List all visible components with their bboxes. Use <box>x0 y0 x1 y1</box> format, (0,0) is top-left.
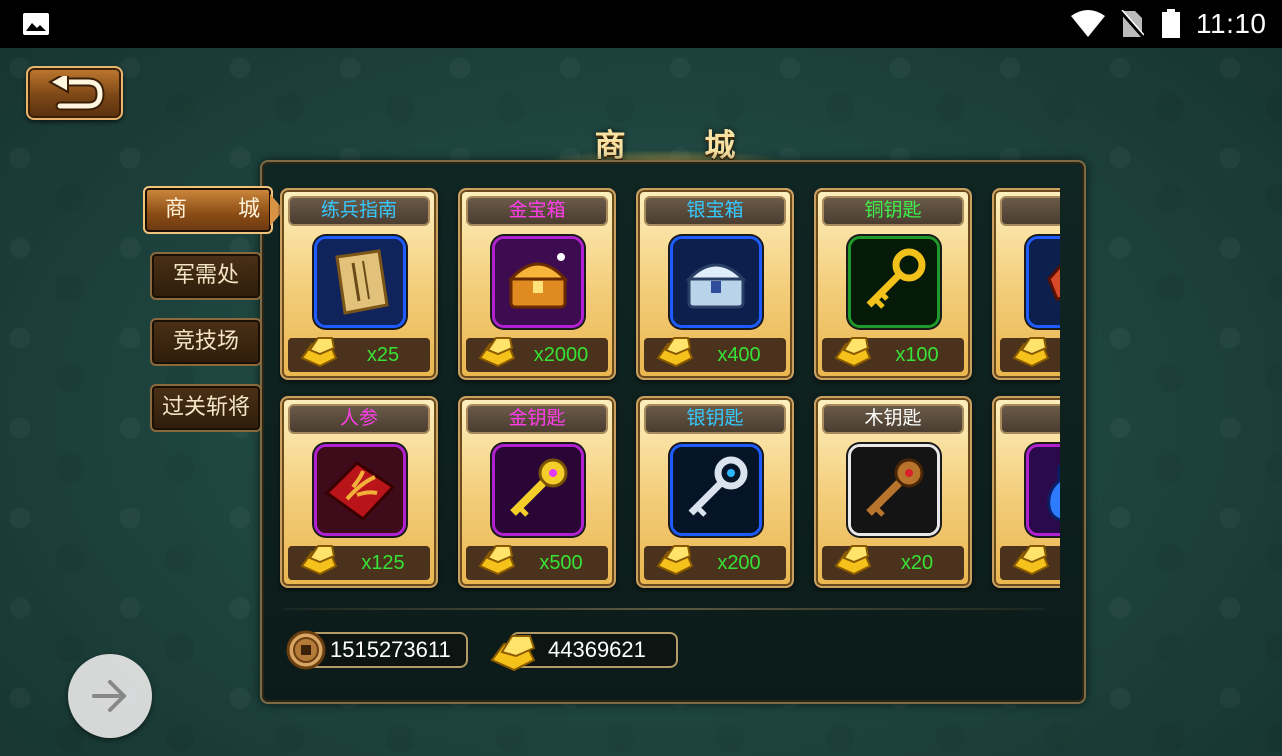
item-card-gold-key[interactable]: 金钥匙 x500 <box>458 396 616 588</box>
item-name: 金宝箱 <box>466 196 608 226</box>
item-icon-frame <box>848 236 940 328</box>
item-price: x125 <box>361 552 405 574</box>
item-card-treasure-partial[interactable]: 宝 <box>992 396 1060 588</box>
gold-chest-icon <box>495 239 581 325</box>
item-price-bar: x25 <box>288 337 430 372</box>
item-name: 银宝箱 <box>644 196 786 226</box>
item-price-bar: x100 <box>822 337 964 372</box>
item-price-bar: x20 <box>822 545 964 580</box>
item-price: x2000 <box>533 344 589 366</box>
copper-key-icon <box>851 239 937 325</box>
item-price: x100 <box>895 344 939 366</box>
coin-balance-value: 1515273611 <box>330 637 451 662</box>
item-card-training-manual[interactable]: 练兵指南 x25 <box>280 188 438 380</box>
item-price: x500 <box>539 552 583 574</box>
status-bar: 11:10 <box>0 0 1282 48</box>
silver-key-icon <box>673 447 759 533</box>
item-icon-frame <box>670 444 762 536</box>
gold-ingot-icon <box>478 545 516 576</box>
status-clock: 11:10 <box>1196 8 1267 39</box>
no-sim-icon <box>1120 10 1144 38</box>
item-price-bar <box>1000 545 1060 580</box>
treasure-potion-icon <box>1029 447 1060 533</box>
item-price-bar: x125 <box>288 545 430 580</box>
page-title: 商 城 <box>594 128 770 164</box>
item-name: 银钥匙 <box>644 404 786 434</box>
gold-ingot-icon <box>834 337 872 368</box>
item-price-bar: x200 <box>644 545 786 580</box>
back-button[interactable] <box>26 66 123 120</box>
item-icon-frame <box>314 444 406 536</box>
item-name: 铜钥匙 <box>822 196 964 226</box>
item-price-bar <box>1000 337 1060 372</box>
item-price-bar: x400 <box>644 337 786 372</box>
item-name: 人参 <box>288 404 430 434</box>
gold-ingot-icon <box>656 545 694 576</box>
item-icon-frame <box>492 236 584 328</box>
item-icon-frame <box>492 444 584 536</box>
back-arrow-icon <box>47 76 105 111</box>
tab-stage-challenge[interactable]: 过关斩将 <box>150 384 262 432</box>
item-card-honor-partial[interactable]: 荣 <box>992 188 1060 380</box>
ginseng-icon <box>317 447 403 533</box>
item-price: x400 <box>717 344 761 366</box>
item-icon-frame <box>670 236 762 328</box>
coin-balance: 1515273611 <box>306 632 468 668</box>
gold-ingot-icon <box>1012 545 1050 576</box>
gold-ingot-currency-icon <box>490 635 536 672</box>
arrow-right-icon <box>92 680 126 712</box>
item-card-copper-key[interactable]: 铜钥匙 x100 <box>814 188 972 380</box>
battery-icon <box>1162 9 1180 38</box>
gold-ingot-icon <box>656 337 694 368</box>
item-name: 荣 <box>1000 196 1060 226</box>
copper-coin-icon <box>286 630 326 670</box>
item-price: x25 <box>366 344 400 366</box>
item-grid: 练兵指南 x25 金宝箱 x2000 银宝箱 x400 铜钥匙 x100 人参 … <box>278 186 1060 592</box>
gold-balance-value: 44369621 <box>548 637 646 662</box>
tab-shop[interactable]: 商 城 <box>143 186 273 234</box>
item-icon-frame <box>314 236 406 328</box>
item-price-bar: x2000 <box>466 337 608 372</box>
next-arrow-button[interactable] <box>68 654 152 738</box>
item-card-ginseng[interactable]: 人参 x125 <box>280 396 438 588</box>
item-icon-frame <box>1026 236 1060 328</box>
item-price: x200 <box>717 552 761 574</box>
gold-key-icon <box>495 447 581 533</box>
gold-ingot-icon <box>834 545 872 576</box>
tab-arena[interactable]: 竞技场 <box>150 318 262 366</box>
wood-key-icon <box>851 447 937 533</box>
item-card-gold-chest[interactable]: 金宝箱 x2000 <box>458 188 616 380</box>
gold-ingot-icon <box>300 545 338 576</box>
item-name: 练兵指南 <box>288 196 430 226</box>
manual-icon <box>317 239 403 325</box>
gallery-icon <box>23 13 49 35</box>
item-icon-frame <box>848 444 940 536</box>
item-price-bar: x500 <box>466 545 608 580</box>
silver-chest-icon <box>673 239 759 325</box>
gold-ingot-icon <box>478 337 516 368</box>
wifi-icon <box>1071 10 1105 37</box>
item-price: x20 <box>900 552 934 574</box>
gold-ingot-icon <box>300 337 338 368</box>
item-card-silver-key[interactable]: 银钥匙 x200 <box>636 396 794 588</box>
item-name: 宝 <box>1000 404 1060 434</box>
item-name: 木钥匙 <box>822 404 964 434</box>
gold-ingot-icon <box>1012 337 1050 368</box>
tab-quartermaster[interactable]: 军需处 <box>150 252 262 300</box>
item-card-silver-chest[interactable]: 银宝箱 x400 <box>636 188 794 380</box>
item-name: 金钥匙 <box>466 404 608 434</box>
item-card-wood-key[interactable]: 木钥匙 x20 <box>814 396 972 588</box>
panel-divider <box>284 608 1044 610</box>
item-icon-frame <box>1026 444 1060 536</box>
honor-item-icon <box>1029 239 1060 325</box>
